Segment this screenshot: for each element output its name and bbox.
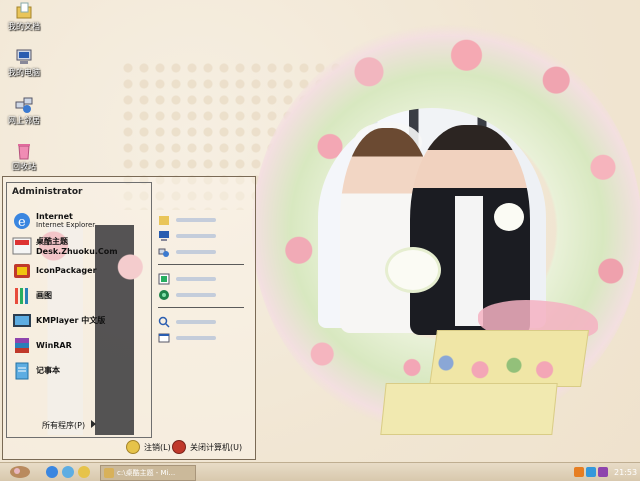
all-programs-label: 所有程序(P) xyxy=(42,421,86,430)
desktop-icon-my-documents[interactable]: 我的文档 xyxy=(4,2,44,32)
start-item-winrar[interactable]: WinRAR xyxy=(12,333,148,358)
computer-icon xyxy=(16,49,32,64)
all-programs-button[interactable]: 所有程序(P) xyxy=(42,420,97,431)
tray-messenger-icon[interactable] xyxy=(574,467,584,477)
start-item-paint[interactable]: 画图 xyxy=(12,283,148,308)
places-label xyxy=(176,320,216,324)
taskbar-window-button[interactable]: c:\桌酷主题 - Mi... xyxy=(100,465,196,481)
start-item-title: KMPlayer 中文版 xyxy=(36,316,106,325)
network-places-icon xyxy=(158,248,169,257)
desktop-icon-label: 我的文档 xyxy=(8,22,40,31)
places-item-search[interactable] xyxy=(158,314,246,330)
run-icon xyxy=(158,333,170,343)
iconpackager-icon xyxy=(14,263,30,278)
svg-text:e: e xyxy=(18,215,26,230)
search-icon xyxy=(158,316,170,328)
arrow-right-icon xyxy=(91,420,97,428)
winrar-icon xyxy=(15,337,29,353)
places-item-control-panel[interactable] xyxy=(158,271,246,287)
start-item-title: WinRAR xyxy=(36,341,72,350)
start-item-notepad[interactable]: 记事本 xyxy=(12,358,148,383)
internet-explorer-icon: e xyxy=(14,212,30,230)
start-item-title: IconPackager xyxy=(36,266,97,275)
my-computer-icon xyxy=(159,231,169,241)
clock[interactable]: 21:53 xyxy=(614,468,637,477)
desktop-icon-label: 我的电脑 xyxy=(8,68,40,77)
tray-volume-icon[interactable] xyxy=(598,467,608,477)
start-item-subtitle: Internet Explorer xyxy=(36,221,96,229)
places-item-documents[interactable] xyxy=(158,212,246,228)
documents-folder-icon xyxy=(16,2,32,19)
kmplayer-icon xyxy=(13,313,31,327)
wallpaper-bouquet xyxy=(388,250,438,290)
tray-network-icon[interactable] xyxy=(586,467,596,477)
desktop-icon-recycle-bin[interactable]: 回收站 xyxy=(4,142,44,172)
desktop-icon-label: 网上邻居 xyxy=(8,116,40,125)
quicklaunch-desktop-icon[interactable] xyxy=(62,466,74,478)
taskbar: c:\桌酷主题 - Mi... 21:53 xyxy=(0,462,640,481)
places-label xyxy=(176,250,216,254)
program-access-icon xyxy=(159,290,169,300)
desktop-icon-label: 回收站 xyxy=(12,162,36,171)
places-label xyxy=(176,293,216,297)
start-orb-icon xyxy=(10,466,30,478)
shutdown-label: 关闭计算机(U) xyxy=(190,442,243,452)
logoff-button[interactable]: 注销(L) xyxy=(126,440,171,454)
separator xyxy=(158,264,244,265)
wallpaper-boutonniere xyxy=(494,203,524,231)
separator xyxy=(158,307,244,308)
zhuoku-icon xyxy=(12,237,32,254)
places-item-computer[interactable] xyxy=(158,228,246,244)
wallpaper-flower-box-front xyxy=(380,383,558,435)
start-menu-places xyxy=(158,212,246,346)
network-icon xyxy=(15,97,33,113)
wallpaper-groom-shirt xyxy=(455,196,483,326)
logoff-label: 注销(L) xyxy=(144,442,171,452)
control-panel-icon xyxy=(158,273,170,285)
start-menu-footer: 注销(L) 关闭计算机(U) xyxy=(122,438,252,456)
places-label xyxy=(176,234,216,238)
notepad-icon xyxy=(15,362,29,379)
start-item-internet[interactable]: e Internet Internet Explorer xyxy=(12,208,148,233)
paint-icon xyxy=(15,287,28,304)
start-item-kmplayer[interactable]: KMPlayer 中文版 xyxy=(12,308,148,333)
start-item-title: 记事本 xyxy=(36,366,60,375)
start-item-iconpackager[interactable]: IconPackager xyxy=(12,258,148,283)
places-label xyxy=(176,336,216,340)
places-item-program-access[interactable] xyxy=(158,287,246,303)
folder-icon xyxy=(104,468,114,478)
start-button[interactable] xyxy=(2,464,38,480)
desktop-icon-my-computer[interactable]: 我的电脑 xyxy=(4,48,44,78)
desktop-icon-network[interactable]: 网上邻居 xyxy=(4,96,44,126)
taskbar-window-label: c:\桌酷主题 - Mi... xyxy=(117,469,176,477)
system-tray: 21:53 xyxy=(574,465,638,479)
recycle-bin-icon xyxy=(18,144,30,160)
documents-icon xyxy=(159,216,169,225)
start-item-title: 桌酷主题Desk.Zhuoku.Com xyxy=(36,236,118,256)
power-icon xyxy=(172,440,186,454)
places-item-network[interactable] xyxy=(158,244,246,260)
quicklaunch-media-icon[interactable] xyxy=(78,466,90,478)
shutdown-button[interactable]: 关闭计算机(U) xyxy=(172,440,242,454)
start-menu-username: Administrator xyxy=(12,187,83,197)
start-item-title: 画图 xyxy=(36,291,52,300)
start-item-zhuoku[interactable]: 桌酷主题Desk.Zhuoku.Com xyxy=(12,233,148,258)
quicklaunch-ie-icon[interactable] xyxy=(46,466,58,478)
start-menu-programs: e Internet Internet Explorer 桌酷主题Desk.Zh… xyxy=(12,208,148,383)
start-item-title: Internet xyxy=(36,212,73,221)
places-label xyxy=(176,218,216,222)
wallpaper-box-flowers xyxy=(395,345,565,390)
logoff-icon xyxy=(126,440,140,454)
places-label xyxy=(176,277,216,281)
places-item-run[interactable] xyxy=(158,330,246,346)
